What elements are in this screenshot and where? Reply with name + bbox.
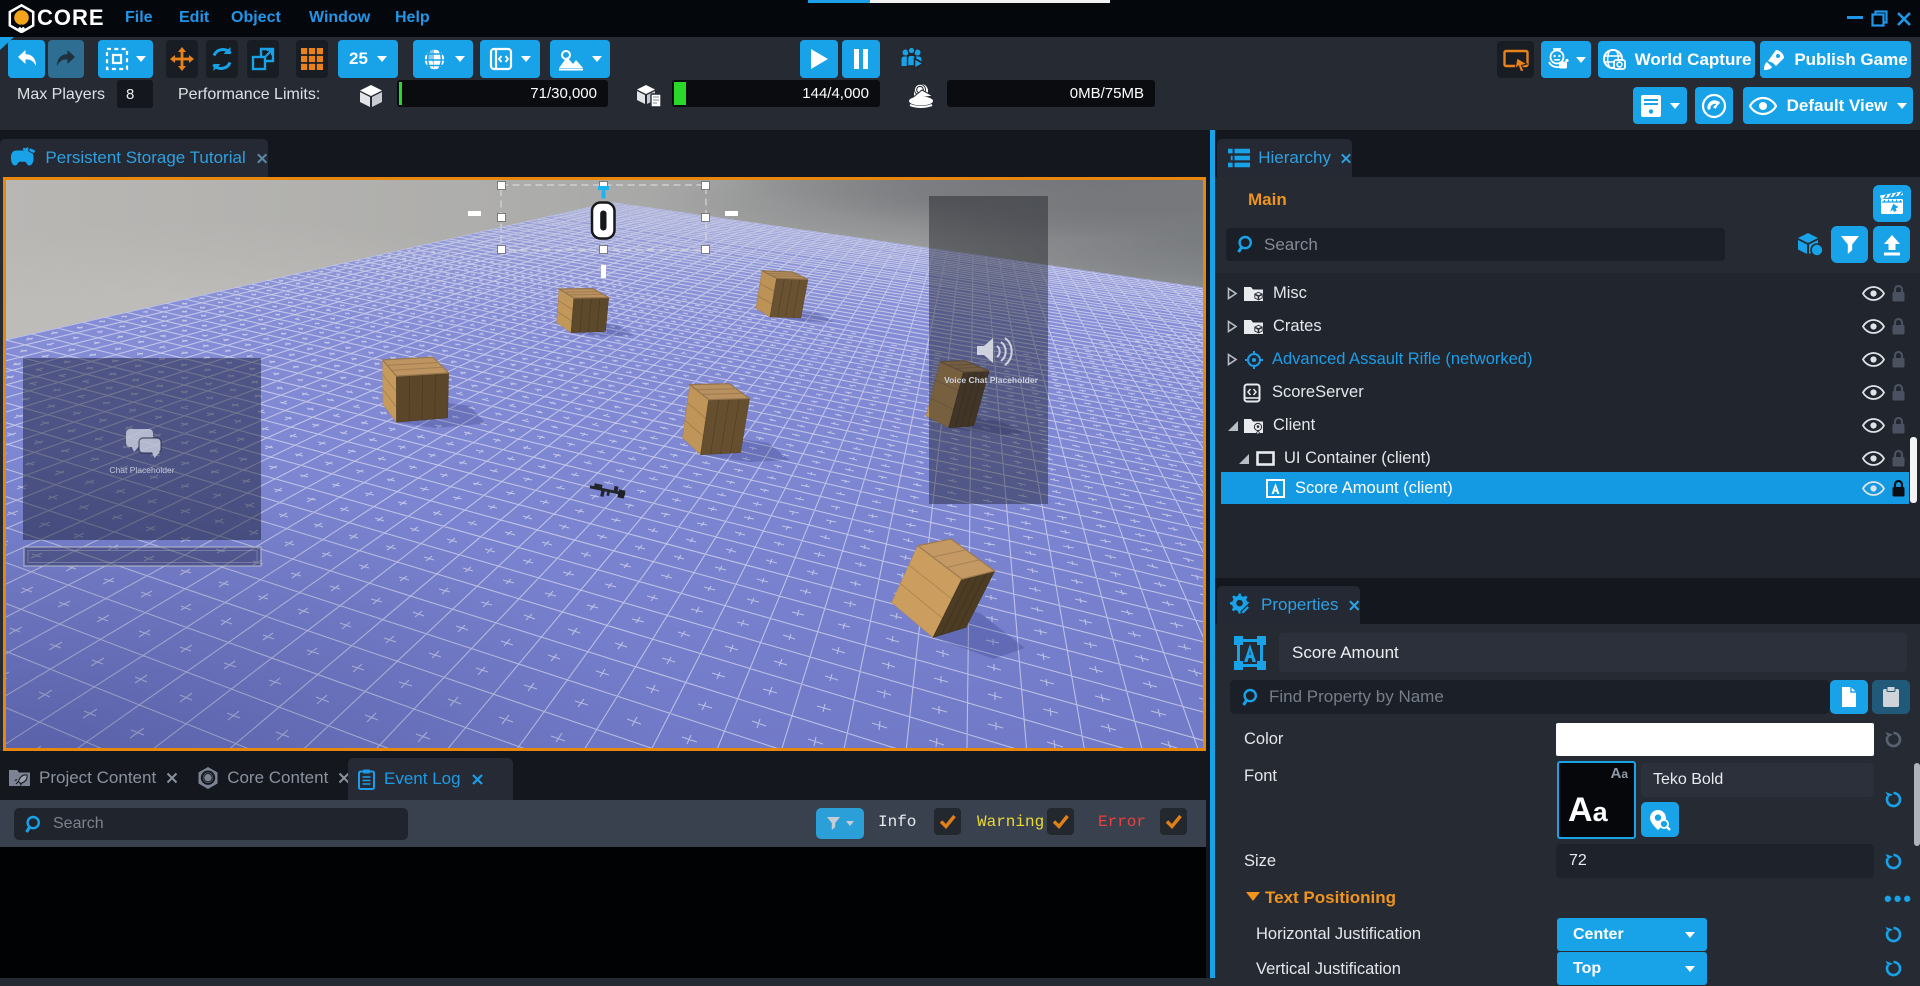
svg-text:Voice Chat Placeholder: Voice Chat Placeholder [944, 375, 1039, 385]
svg-text:Chat Placeholder: Chat Placeholder [109, 465, 174, 475]
